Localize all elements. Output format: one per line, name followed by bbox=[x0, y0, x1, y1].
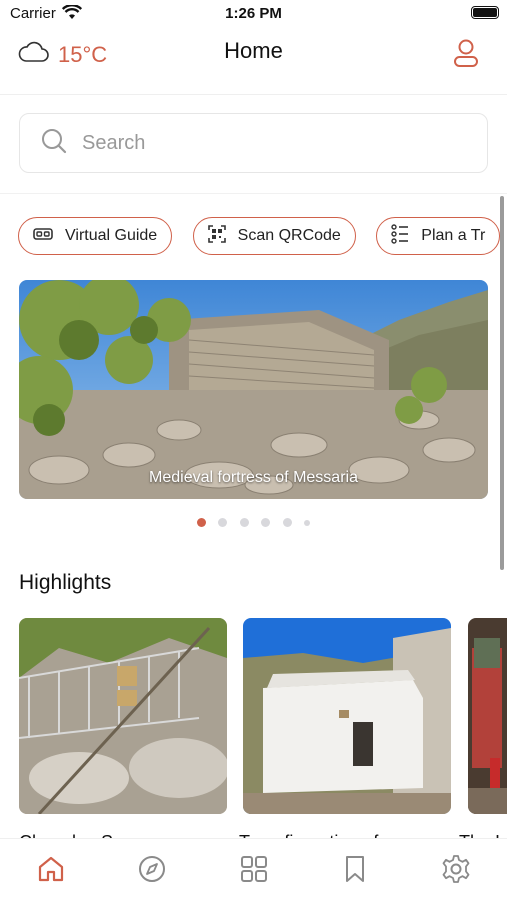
page-dot[interactable] bbox=[282, 518, 292, 527]
user-icon[interactable] bbox=[453, 38, 479, 73]
divider bbox=[0, 193, 507, 194]
page-title: Home bbox=[224, 38, 283, 63]
chip-label: Plan a Tr bbox=[421, 227, 486, 244]
hero-carousel-slide[interactable]: Medieval fortress of Messaria bbox=[19, 280, 488, 499]
page-dot-active[interactable] bbox=[196, 518, 206, 527]
top-header: 15°C Home bbox=[0, 28, 507, 95]
highlight-card[interactable] bbox=[243, 618, 452, 814]
plan-trip-chip[interactable]: Plan a Tr bbox=[376, 217, 501, 255]
status-bar: Carrier 1:26 PM bbox=[0, 0, 507, 28]
highlight-card[interactable] bbox=[467, 618, 507, 814]
qr-code-icon bbox=[207, 224, 238, 248]
vr-headset-icon bbox=[33, 226, 65, 247]
battery-icon bbox=[471, 6, 499, 19]
quick-actions: Virtual Guide Scan QRCode Plan a Tr bbox=[18, 217, 507, 257]
highlights-heading: Highlights bbox=[19, 571, 112, 594]
highlight-image bbox=[243, 618, 452, 814]
scan-qrcode-chip[interactable]: Scan QRCode bbox=[192, 217, 356, 255]
hero-caption: Medieval fortress of Messaria bbox=[149, 469, 358, 486]
chip-label: Scan QRCode bbox=[237, 227, 341, 244]
page-dot[interactable] bbox=[218, 518, 228, 527]
vertical-scrollbar[interactable] bbox=[500, 196, 504, 570]
tab-settings[interactable] bbox=[438, 853, 474, 889]
highlight-image bbox=[19, 618, 227, 814]
home-icon bbox=[36, 854, 66, 889]
search-icon bbox=[40, 127, 68, 160]
search-placeholder: Search bbox=[82, 131, 146, 154]
tab-categories[interactable] bbox=[236, 853, 272, 889]
tab-home[interactable] bbox=[33, 853, 69, 889]
chip-label: Virtual Guide bbox=[65, 227, 158, 244]
gear-icon bbox=[441, 854, 471, 889]
clock: 1:26 PM bbox=[225, 5, 282, 22]
list-plan-icon bbox=[391, 223, 421, 249]
bookmark-icon bbox=[340, 854, 370, 889]
highlight-card[interactable] bbox=[19, 618, 227, 814]
virtual-guide-chip[interactable]: Virtual Guide bbox=[18, 217, 173, 255]
tab-explore[interactable] bbox=[134, 853, 170, 889]
grid-icon bbox=[239, 854, 269, 889]
highlights-carousel bbox=[19, 618, 507, 818]
page-dot[interactable] bbox=[304, 520, 311, 526]
search-field[interactable]: Search bbox=[19, 113, 488, 173]
compass-icon bbox=[137, 854, 167, 889]
page-dot[interactable] bbox=[239, 518, 249, 527]
hero-image bbox=[19, 280, 488, 499]
tab-saved[interactable] bbox=[337, 853, 373, 889]
bottom-tab-bar bbox=[0, 838, 507, 901]
carousel-pagination[interactable] bbox=[0, 514, 507, 532]
page-dot[interactable] bbox=[261, 518, 271, 527]
highlight-image bbox=[467, 618, 507, 814]
